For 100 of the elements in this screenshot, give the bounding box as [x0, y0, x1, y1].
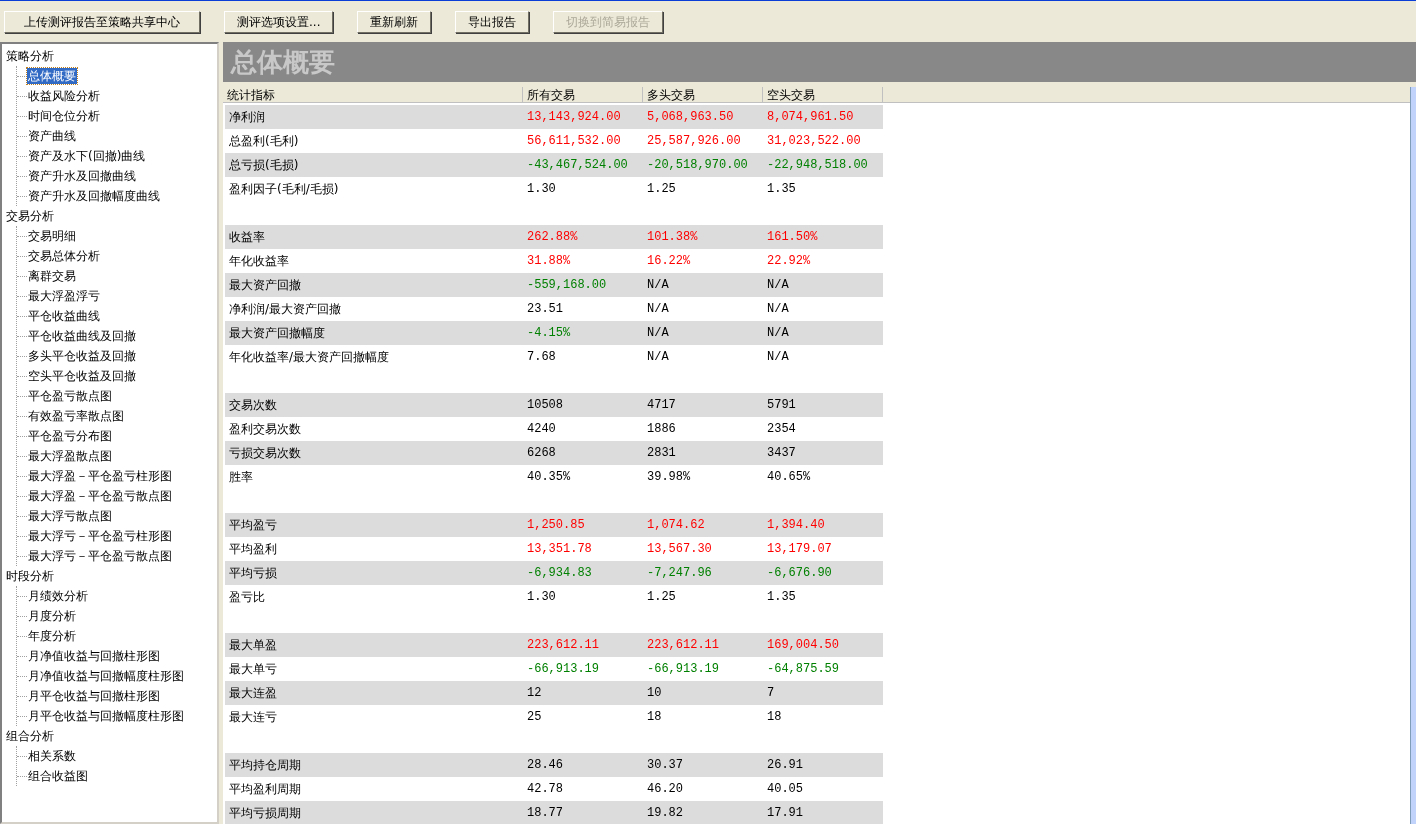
table-cell-text: N/A — [646, 325, 670, 342]
tree-item[interactable]: 平仓收益曲线 — [27, 308, 101, 324]
metric-label: 净利润/最大资产回撤 — [228, 301, 343, 318]
table-cell-text: 31.88% — [526, 253, 572, 270]
table-cell-text: 18.77 — [526, 805, 564, 822]
table-cell-text: 1.25 — [646, 589, 677, 606]
metric-label: 最大资产回撤幅度 — [228, 325, 326, 342]
table-cell-text: -6,676.90 — [766, 565, 833, 582]
table-cell-text: 1,394.40 — [766, 517, 826, 534]
tree-item[interactable]: 资产曲线 — [27, 128, 77, 144]
tree-item[interactable]: 月净值收益与回撤柱形图 — [27, 648, 161, 664]
tree-item[interactable]: 总体概要 — [27, 68, 77, 84]
table-cell-text: N/A — [766, 277, 790, 294]
metric-label: 平均持仓周期 — [228, 757, 302, 774]
tree-item[interactable]: 有效盈亏率散点图 — [27, 408, 125, 424]
table-cell-text: N/A — [646, 349, 670, 366]
tree-item[interactable]: 最大浮亏－平仓盈亏柱形图 — [27, 528, 173, 544]
table-cell-text: 28.46 — [526, 757, 564, 774]
table-cell-text: 40.35% — [526, 469, 572, 486]
table-cell-text: 46.20 — [646, 781, 684, 798]
metric-label: 盈利交易次数 — [228, 421, 302, 438]
metric-label: 平均亏损周期 — [228, 805, 302, 822]
table-cell-text: -7,247.96 — [646, 565, 713, 582]
table-cell-text: N/A — [766, 325, 790, 342]
tree-item[interactable]: 平仓收益曲线及回撤 — [27, 328, 137, 344]
toolbar-button[interactable]: 导出报告 — [455, 10, 530, 33]
tree-item[interactable]: 相关系数 — [27, 748, 77, 764]
table-cell-text: 1.25 — [646, 181, 677, 198]
metric-label: 最大单亏 — [228, 661, 278, 678]
metric-label: 亏损交易次数 — [228, 445, 302, 462]
table-cell-text: 10508 — [526, 397, 564, 414]
metric-label: 最大连盈 — [228, 685, 278, 702]
tree-item[interactable]: 资产及水下(回撤)曲线 — [27, 148, 147, 164]
table-cell-text: 22.92% — [766, 253, 812, 270]
table-cell-text: -43,467,524.00 — [526, 157, 629, 174]
table-cell-text: 19.82 — [646, 805, 684, 822]
tree-category[interactable]: 时段分析 — [6, 566, 54, 586]
table-cell-text: 13,567.30 — [646, 541, 713, 558]
tree-category[interactable]: 策略分析 — [6, 46, 54, 66]
table-cell-text: 25,587,926.00 — [646, 133, 742, 150]
tree-item[interactable]: 组合收益图 — [27, 768, 89, 784]
table-cell-text: 1.35 — [766, 589, 797, 606]
tree-item[interactable]: 月平仓收益与回撤柱形图 — [27, 688, 161, 704]
metric-label: 年化收益率 — [228, 253, 290, 270]
metric-label: 胜率 — [228, 469, 254, 486]
table-cell-text: 40.65% — [766, 469, 812, 486]
tree-item[interactable]: 多头平仓收益及回撤 — [27, 348, 137, 364]
table-cell-text: -22,948,518.00 — [766, 157, 869, 174]
tree-item[interactable]: 资产升水及回撤曲线 — [27, 168, 137, 184]
tree-item[interactable]: 收益风险分析 — [27, 88, 101, 104]
tree-item[interactable]: 最大浮盈－平仓盈亏散点图 — [27, 488, 173, 504]
toolbar-button[interactable]: 测评选项设置... — [224, 10, 334, 33]
metric-label: 盈亏比 — [228, 589, 266, 606]
tree-item[interactable]: 平仓盈亏分布图 — [27, 428, 113, 444]
tree-item[interactable]: 空头平仓收益及回撤 — [27, 368, 137, 384]
tree-item[interactable]: 交易总体分析 — [27, 248, 101, 264]
toolbar-button[interactable]: 重新刷新 — [357, 10, 432, 33]
scrollbar[interactable] — [1410, 87, 1416, 824]
tree-item[interactable]: 离群交易 — [27, 268, 77, 284]
column-header: 多头交易 — [647, 88, 695, 102]
column-header: 所有交易 — [527, 88, 575, 102]
tree-item[interactable]: 月净值收益与回撤幅度柱形图 — [27, 668, 185, 684]
table-cell-text: 25 — [526, 709, 543, 726]
table-cell-text: 26.91 — [766, 757, 804, 774]
metric-label: 盈利因子(毛利/毛损) — [228, 181, 340, 198]
table-cell-text: 12 — [526, 685, 543, 702]
table-cell-text: 23.51 — [526, 301, 564, 318]
table-cell-text: 2831 — [646, 445, 677, 462]
table-cell-text: 31,023,522.00 — [766, 133, 862, 150]
table-cell-text: 17.91 — [766, 805, 804, 822]
toolbar-button[interactable]: 上传测评报告至策略共享中心 — [4, 10, 200, 33]
tree-item[interactable]: 交易明细 — [27, 228, 77, 244]
table-cell-text: 8,074,961.50 — [766, 109, 855, 126]
tree-item[interactable]: 最大浮盈浮亏 — [27, 288, 101, 304]
table-cell-text: 1,250.85 — [526, 517, 586, 534]
tree-item[interactable]: 年度分析 — [27, 628, 77, 644]
table-cell-text: 1.30 — [526, 589, 557, 606]
tree-item[interactable]: 最大浮亏－平仓盈亏散点图 — [27, 548, 173, 564]
tree-item[interactable]: 月平仓收益与回撤幅度柱形图 — [27, 708, 185, 724]
tree-category[interactable]: 组合分析 — [6, 726, 54, 746]
table-cell-text: 18 — [646, 709, 663, 726]
tree-item[interactable]: 时间仓位分析 — [27, 108, 101, 124]
tree-item[interactable]: 平仓盈亏散点图 — [27, 388, 113, 404]
table-cell-text: 1,074.62 — [646, 517, 706, 534]
tree-item[interactable]: 最大浮盈－平仓盈亏柱形图 — [27, 468, 173, 484]
metric-label: 净利润 — [228, 109, 266, 126]
table-cell-text: 1.30 — [526, 181, 557, 198]
tree-item[interactable]: 月绩效分析 — [27, 588, 89, 604]
tree-item[interactable]: 最大浮盈散点图 — [27, 448, 113, 464]
metric-label: 年化收益率/最大资产回撤幅度 — [228, 349, 391, 366]
tree-category[interactable]: 交易分析 — [6, 206, 54, 226]
table-cell-text: 1886 — [646, 421, 677, 438]
tree-item[interactable]: 最大浮亏散点图 — [27, 508, 113, 524]
metric-label: 收益率 — [228, 229, 266, 246]
table-cell-text: 4240 — [526, 421, 557, 438]
table-cell-text: 101.38% — [646, 229, 699, 246]
panel-title: 总体概要 — [223, 42, 1416, 82]
tree-item[interactable]: 月度分析 — [27, 608, 77, 624]
tree-item[interactable]: 资产升水及回撤幅度曲线 — [27, 188, 161, 204]
metric-label: 总亏损(毛损) — [228, 157, 300, 174]
